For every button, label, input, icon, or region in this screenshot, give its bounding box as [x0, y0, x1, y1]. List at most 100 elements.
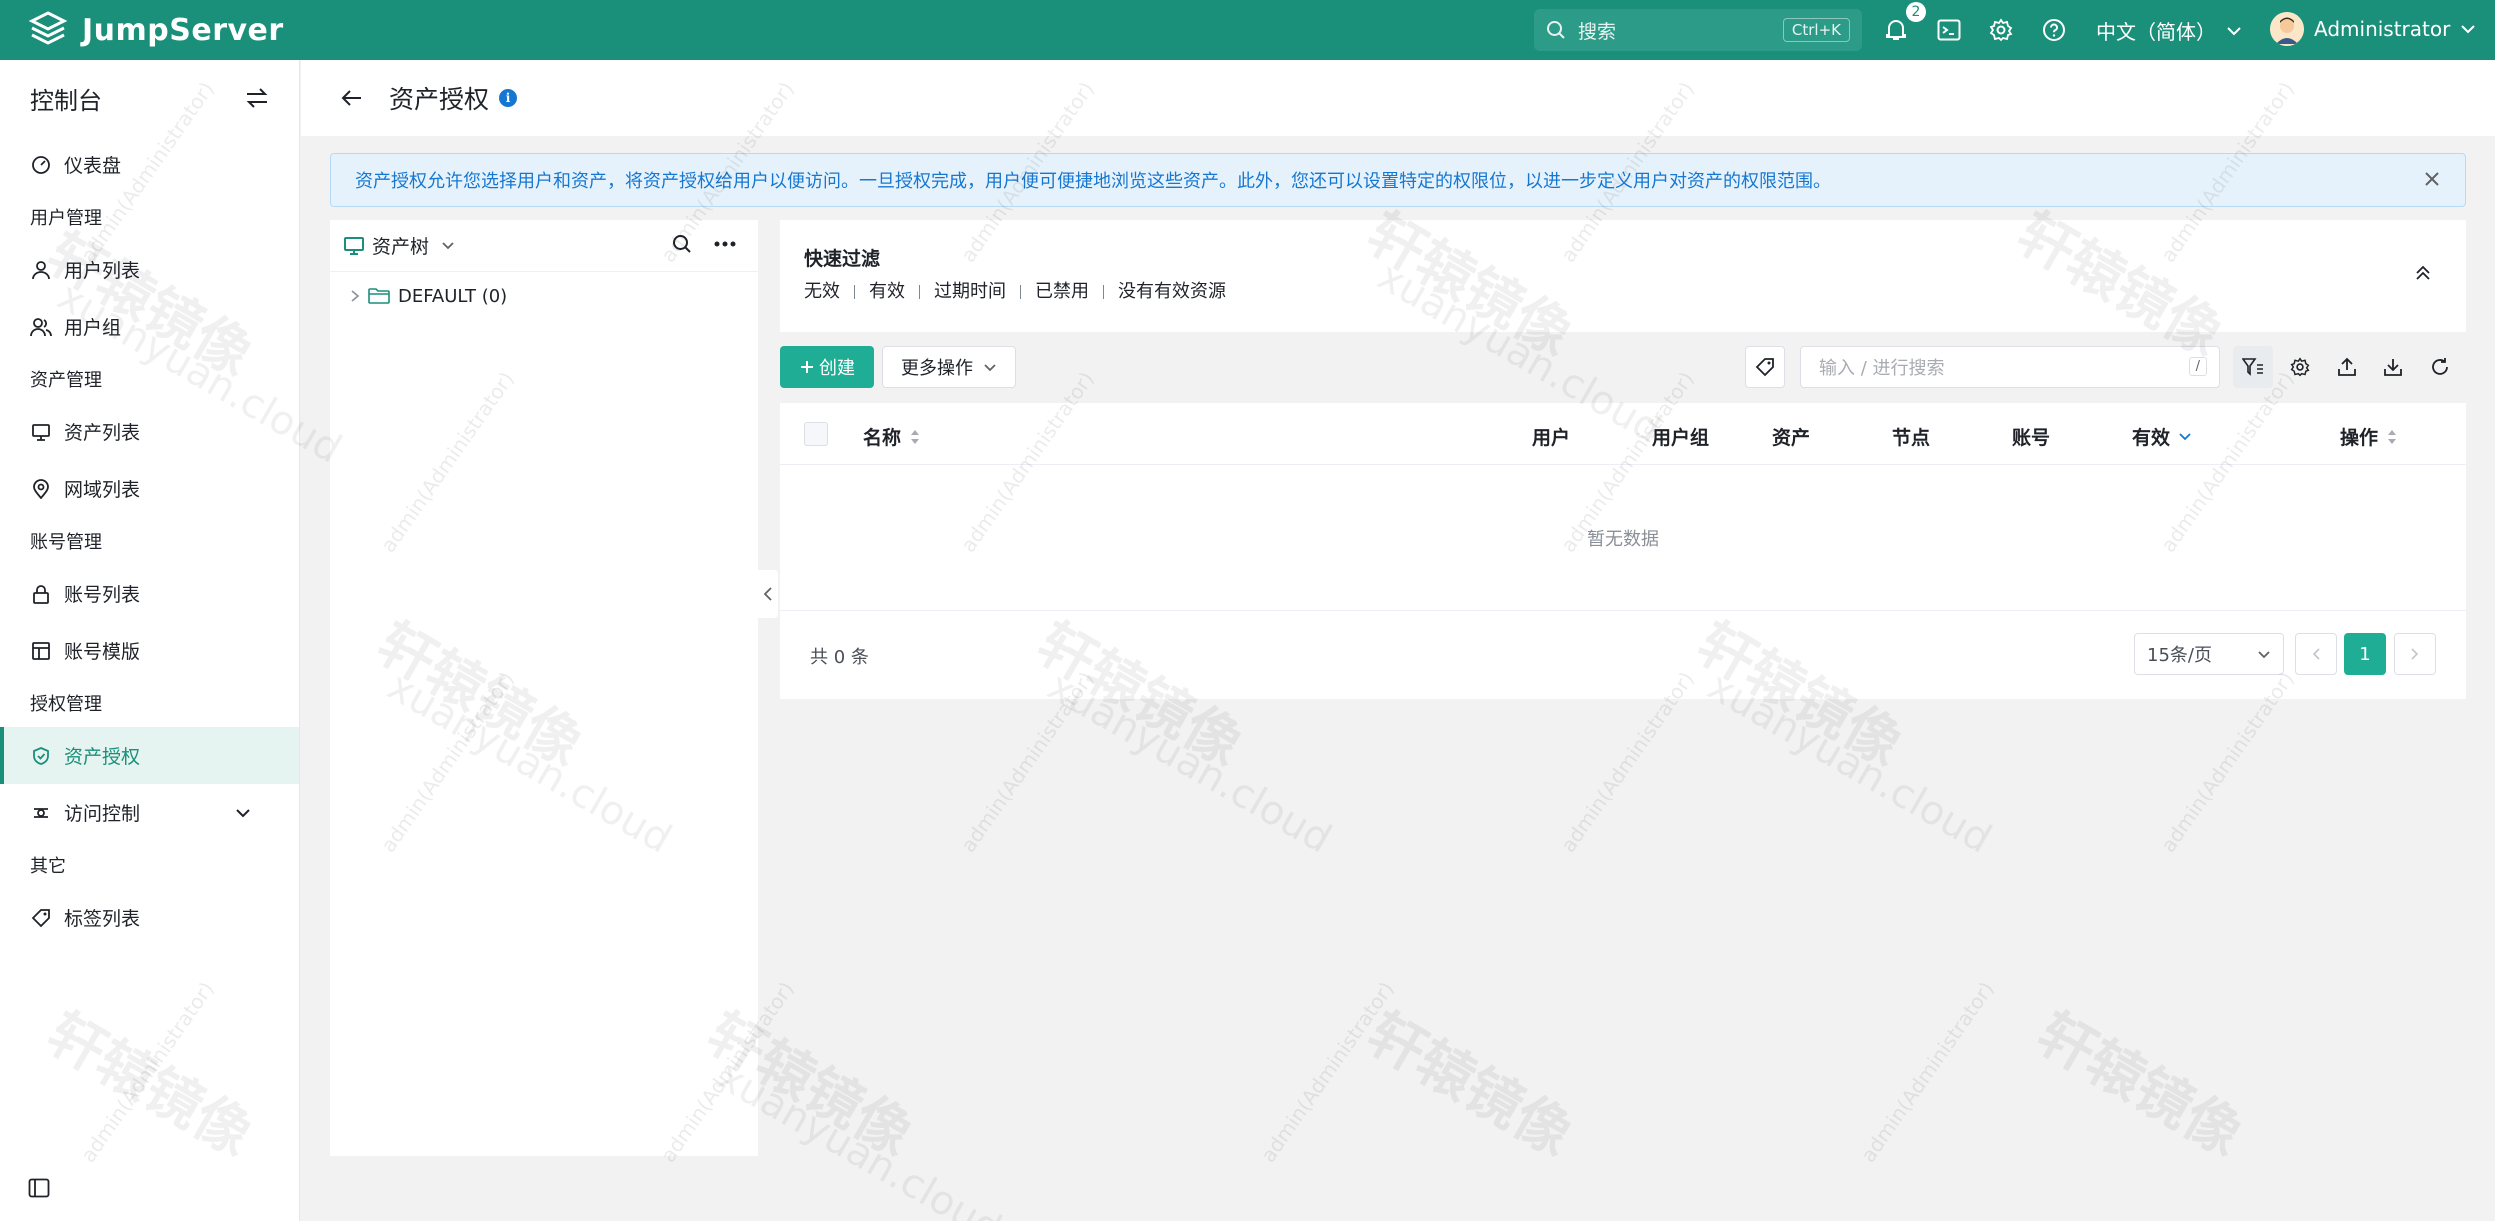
- page-1-button[interactable]: 1: [2344, 633, 2386, 675]
- sidebar-group-accounts: 账号管理: [30, 532, 102, 553]
- lock-icon: [33, 584, 49, 604]
- chevron-down-icon[interactable]: [2178, 432, 2192, 441]
- help-button[interactable]: [2038, 14, 2070, 46]
- sidebar-item-zone-list[interactable]: 网域列表: [0, 460, 299, 517]
- monitor-icon: [344, 236, 364, 255]
- column-filter-button[interactable]: [2233, 346, 2273, 388]
- sidebar-item-label-list[interactable]: 标签列表: [0, 889, 299, 946]
- close-icon[interactable]: [2423, 170, 2441, 188]
- sidebar-item-asset-permission[interactable]: 资产授权: [0, 727, 299, 784]
- watermark-text: 轩辕镜像: [2026, 1000, 2253, 1169]
- column-valid[interactable]: 有效: [2132, 423, 2192, 450]
- column-valid-label: 有效: [2132, 427, 2171, 449]
- next-page-button[interactable]: [2394, 633, 2436, 675]
- folder-icon: [368, 288, 390, 304]
- filter-valid[interactable]: 有效: [869, 283, 920, 301]
- sort-icon[interactable]: [909, 428, 921, 446]
- info-alert: 资产授权允许您选择用户和资产，将资产授权给用户以便访问。一旦授权完成，用户便可便…: [330, 153, 2466, 207]
- table-search-input[interactable]: 输入 / 进行搜索 /: [1800, 346, 2220, 388]
- sidebar-item-account-template[interactable]: 账号模版: [0, 622, 299, 679]
- more-icon[interactable]: [714, 241, 736, 247]
- sidebar-item-dashboard[interactable]: 仪表盘: [0, 136, 299, 193]
- refresh-button[interactable]: [2420, 346, 2460, 388]
- chevron-down-icon[interactable]: [441, 241, 455, 250]
- select-all-checkbox[interactable]: [804, 422, 828, 446]
- monitor-icon: [32, 423, 50, 441]
- chevron-down-icon: [2258, 650, 2270, 658]
- top-navbar: JumpServer 搜索 Ctrl+K 2 中文（简体） Administra…: [0, 0, 2495, 60]
- gear-icon: [2290, 357, 2310, 377]
- pagination: 共 0 条 15条/页 1: [780, 611, 2466, 699]
- user-icon: [32, 260, 50, 279]
- global-search-label: 搜索: [1578, 20, 1617, 43]
- more-actions-button[interactable]: 更多操作: [882, 346, 1016, 388]
- sidebar-item-label: 仪表盘: [64, 155, 122, 177]
- sidebar-collapse-button[interactable]: [28, 1178, 50, 1203]
- logo[interactable]: JumpServer: [28, 10, 284, 50]
- asset-tree-panel: 资产树 DEFAULT (0): [330, 220, 758, 1156]
- sidebar-group-other: 其它: [30, 856, 66, 877]
- table-settings-button[interactable]: [2280, 346, 2320, 388]
- sidebar-item-label: 账号模版: [64, 641, 141, 663]
- table-search-placeholder: 输入 / 进行搜索: [1819, 358, 1945, 379]
- sidebar-item-label: 网域列表: [64, 479, 141, 501]
- column-account: 账号: [2012, 427, 2051, 449]
- notification-button[interactable]: 2: [1880, 2, 1926, 46]
- sidebar: 控制台 仪表盘 用户管理 用户列表 用户组 资产管理 资产列表 网域列表 账号管…: [0, 60, 300, 1221]
- plus-icon: [801, 361, 813, 373]
- column-action[interactable]: 操作: [2340, 423, 2398, 450]
- label-filter-button[interactable]: [1745, 346, 1785, 388]
- sidebar-item-label: 用户组: [64, 317, 122, 339]
- create-button[interactable]: 创建: [780, 346, 874, 388]
- sort-icon[interactable]: [2386, 428, 2398, 446]
- chevron-down-icon: [984, 363, 996, 371]
- page-size-select[interactable]: 15条/页: [2134, 633, 2284, 675]
- filter-invalid[interactable]: 无效: [804, 283, 855, 301]
- switch-view-icon[interactable]: [245, 87, 269, 109]
- filter-expired[interactable]: 过期时间: [934, 283, 1021, 301]
- asset-tree-header: 资产树: [330, 220, 758, 272]
- filter-list-icon: [2242, 358, 2263, 376]
- tree-node-default[interactable]: DEFAULT (0): [330, 276, 758, 316]
- column-node: 节点: [1892, 427, 1931, 449]
- chevron-left-icon: [763, 587, 772, 601]
- prev-page-button[interactable]: [2295, 633, 2337, 675]
- quick-filter-title: 快速过滤: [804, 248, 881, 270]
- sidebar-item-asset-list[interactable]: 资产列表: [0, 403, 299, 460]
- chevron-down-icon: [2227, 26, 2241, 35]
- bell-icon: [1886, 20, 1906, 40]
- back-arrow-icon[interactable]: [341, 89, 363, 107]
- download-icon: [2384, 359, 2402, 376]
- terminal-button[interactable]: [1933, 14, 1965, 46]
- filter-no-valid-resources[interactable]: 没有有效资源: [1118, 283, 1240, 301]
- template-icon: [32, 641, 50, 660]
- import-button[interactable]: [2373, 346, 2413, 388]
- shield-check-icon: [33, 746, 49, 765]
- notification-count-badge: 2: [1906, 2, 1926, 22]
- column-name[interactable]: 名称: [863, 423, 921, 450]
- sidebar-item-user-list[interactable]: 用户列表: [0, 241, 299, 298]
- sidebar-item-access-control[interactable]: 访问控制: [0, 784, 299, 841]
- asset-tree-title: 资产树: [372, 236, 430, 258]
- more-actions-label: 更多操作: [901, 358, 973, 379]
- user-avatar-icon: [2270, 12, 2304, 46]
- double-chevron-up-icon[interactable]: [2414, 264, 2432, 282]
- language-label: 中文（简体）: [2096, 20, 2216, 44]
- terminal-icon: [1937, 19, 1961, 41]
- chevron-right-icon[interactable]: [350, 289, 360, 303]
- table-toolbar: 创建 更多操作 输入 / 进行搜索 /: [780, 346, 2466, 392]
- language-switcher[interactable]: 中文（简体）: [2096, 16, 2242, 45]
- sidebar-item-user-group[interactable]: 用户组: [0, 298, 299, 355]
- export-button[interactable]: [2327, 346, 2367, 388]
- sidebar-item-account-list[interactable]: 账号列表: [0, 565, 299, 622]
- global-search[interactable]: 搜索 Ctrl+K: [1534, 9, 1862, 51]
- user-menu[interactable]: Administrator: [2270, 12, 2476, 46]
- column-asset: 资产: [1772, 427, 1811, 449]
- filter-disabled[interactable]: 已禁用: [1035, 283, 1104, 301]
- search-icon[interactable]: [672, 234, 692, 254]
- settings-button[interactable]: [1985, 14, 2017, 46]
- tree-collapse-handle[interactable]: [758, 570, 778, 618]
- info-icon[interactable]: i: [499, 89, 518, 107]
- sidebar-item-label: 账号列表: [64, 584, 141, 606]
- quick-filter-list: 无效 有效 过期时间 已禁用 没有有效资源: [804, 283, 2442, 301]
